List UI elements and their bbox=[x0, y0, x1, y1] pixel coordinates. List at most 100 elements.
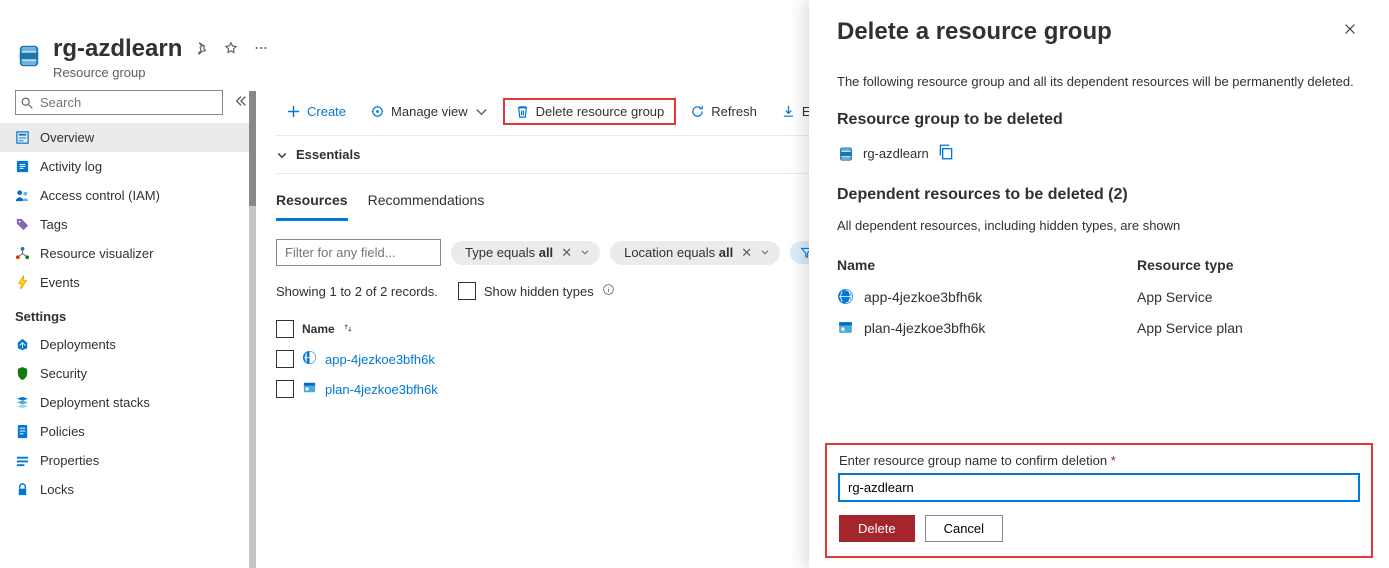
refresh-button[interactable]: Refresh bbox=[680, 98, 767, 125]
sidebar-item-label: Access control (IAM) bbox=[40, 188, 160, 203]
pill-value: all bbox=[539, 245, 553, 260]
sidebar-item-label: Security bbox=[40, 366, 87, 381]
confirm-input[interactable] bbox=[839, 474, 1359, 501]
sidebar-item-policies[interactable]: Policies bbox=[0, 417, 256, 446]
refresh-label: Refresh bbox=[711, 104, 757, 119]
row-checkbox[interactable] bbox=[276, 380, 294, 398]
rg-heading: Resource group to be deleted bbox=[837, 111, 1361, 129]
sidebar-item-locks[interactable]: Locks bbox=[0, 475, 256, 504]
sort-icon[interactable] bbox=[343, 322, 353, 336]
copy-icon[interactable] bbox=[937, 143, 955, 164]
sidebar-item-properties[interactable]: Properties bbox=[0, 446, 256, 475]
rg-name: rg-azdlearn bbox=[863, 146, 929, 161]
delete-rg-label: Delete resource group bbox=[536, 104, 665, 119]
sidebar-item-security[interactable]: Security bbox=[0, 359, 256, 388]
sidebar-item-label: Resource visualizer bbox=[40, 246, 153, 261]
sidebar-item-label: Policies bbox=[40, 424, 85, 439]
close-button[interactable] bbox=[1339, 18, 1361, 43]
page-subtitle: Resource group bbox=[53, 65, 272, 80]
confirm-label-text: Enter resource group name to confirm del… bbox=[839, 453, 1111, 468]
dependent-row: plan-4jezkoe3bfh6k App Service plan bbox=[837, 312, 1361, 343]
create-button[interactable]: Create bbox=[276, 98, 356, 125]
show-hidden-label: Show hidden types bbox=[484, 284, 594, 299]
show-hidden-types-checkbox[interactable]: Show hidden types bbox=[458, 282, 615, 300]
dependent-table-header: Name Resource type bbox=[837, 249, 1361, 281]
pill-prefix: Type equals bbox=[465, 245, 539, 260]
column-name: Name bbox=[837, 257, 1137, 273]
sidebar-item-label: Overview bbox=[40, 130, 94, 145]
select-all-checkbox[interactable] bbox=[276, 320, 294, 338]
sidebar-item-activity-log[interactable]: Activity log bbox=[0, 152, 256, 181]
sidebar-scroll-thumb[interactable] bbox=[249, 91, 256, 206]
filter-pill-location[interactable]: Location equals all ✕ bbox=[610, 241, 780, 265]
row-checkbox[interactable] bbox=[276, 350, 294, 368]
rg-row: rg-azdlearn bbox=[837, 143, 1361, 164]
pin-icon[interactable] bbox=[190, 37, 212, 62]
sidebar: Overview Activity log Access control (IA… bbox=[0, 90, 256, 568]
dep-note: All dependent resources, including hidde… bbox=[837, 218, 1361, 233]
dep-heading: Dependent resources to be deleted (2) bbox=[837, 186, 1361, 204]
remove-filter-icon[interactable]: ✕ bbox=[739, 245, 754, 261]
app-service-plan-icon bbox=[302, 380, 317, 398]
checkbox-icon[interactable] bbox=[458, 282, 476, 300]
sidebar-item-access-control[interactable]: Access control (IAM) bbox=[0, 181, 256, 210]
pill-prefix: Location equals bbox=[624, 245, 719, 260]
essentials-label: Essentials bbox=[296, 147, 360, 162]
sidebar-item-deployment-stacks[interactable]: Deployment stacks bbox=[0, 388, 256, 417]
tab-recommendations[interactable]: Recommendations bbox=[368, 192, 485, 221]
favorite-icon[interactable] bbox=[220, 37, 242, 62]
sidebar-item-label: Deployments bbox=[40, 337, 116, 352]
app-service-plan-icon bbox=[837, 319, 854, 336]
panel-intro: The following resource group and all its… bbox=[837, 74, 1361, 89]
create-label: Create bbox=[307, 104, 346, 119]
delete-button[interactable]: Delete bbox=[839, 515, 915, 542]
chevron-down-icon[interactable] bbox=[580, 245, 590, 260]
filter-pill-type[interactable]: Type equals all ✕ bbox=[451, 241, 600, 265]
sidebar-item-label: Deployment stacks bbox=[40, 395, 150, 410]
chevron-down-icon bbox=[276, 149, 288, 161]
dep-type: App Service plan bbox=[1137, 320, 1243, 336]
delete-resource-group-button[interactable]: Delete resource group bbox=[503, 98, 677, 125]
dep-name: plan-4jezkoe3bfh6k bbox=[864, 320, 985, 336]
sidebar-section-settings: Settings bbox=[0, 297, 256, 330]
collapse-sidebar-icon[interactable] bbox=[234, 94, 248, 111]
resource-group-icon bbox=[15, 42, 43, 73]
remove-filter-icon[interactable]: ✕ bbox=[559, 245, 574, 261]
page-title: rg-azdlearn bbox=[53, 35, 182, 63]
manage-view-label: Manage view bbox=[391, 104, 468, 119]
more-icon[interactable] bbox=[250, 37, 272, 62]
dep-type: App Service bbox=[1137, 289, 1212, 305]
sidebar-item-events[interactable]: Events bbox=[0, 268, 256, 297]
cancel-button[interactable]: Cancel bbox=[925, 515, 1003, 542]
sidebar-item-label: Locks bbox=[40, 482, 74, 497]
sidebar-item-resource-visualizer[interactable]: Resource visualizer bbox=[0, 239, 256, 268]
column-type: Resource type bbox=[1137, 257, 1233, 273]
confirm-box: Enter resource group name to confirm del… bbox=[825, 443, 1373, 558]
search-wrapper bbox=[15, 90, 228, 115]
app-service-icon bbox=[837, 288, 854, 305]
records-count: Showing 1 to 2 of 2 records. bbox=[276, 284, 438, 299]
confirm-label: Enter resource group name to confirm del… bbox=[839, 453, 1359, 468]
manage-view-button[interactable]: Manage view bbox=[360, 98, 499, 125]
title-block: rg-azdlearn Resource group bbox=[53, 35, 272, 80]
search-icon bbox=[20, 96, 34, 110]
sidebar-item-label: Tags bbox=[40, 217, 67, 232]
filter-input[interactable] bbox=[276, 239, 441, 266]
column-name[interactable]: Name bbox=[302, 322, 335, 336]
dependent-row: app-4jezkoe3bfh6k App Service bbox=[837, 281, 1361, 312]
info-icon[interactable] bbox=[602, 283, 615, 299]
pill-value: all bbox=[719, 245, 733, 260]
sidebar-item-overview[interactable]: Overview bbox=[0, 123, 256, 152]
tab-resources[interactable]: Resources bbox=[276, 192, 348, 221]
resource-group-icon bbox=[837, 145, 855, 163]
search-input[interactable] bbox=[15, 90, 223, 115]
required-asterisk: * bbox=[1111, 453, 1116, 468]
dep-name: app-4jezkoe3bfh6k bbox=[864, 289, 982, 305]
sidebar-item-tags[interactable]: Tags bbox=[0, 210, 256, 239]
sidebar-item-deployments[interactable]: Deployments bbox=[0, 330, 256, 359]
delete-panel: Delete a resource group The following re… bbox=[809, 0, 1389, 568]
sidebar-item-label: Properties bbox=[40, 453, 99, 468]
resource-link[interactable]: app-4jezkoe3bfh6k bbox=[325, 352, 435, 367]
chevron-down-icon[interactable] bbox=[760, 245, 770, 260]
resource-link[interactable]: plan-4jezkoe3bfh6k bbox=[325, 382, 438, 397]
